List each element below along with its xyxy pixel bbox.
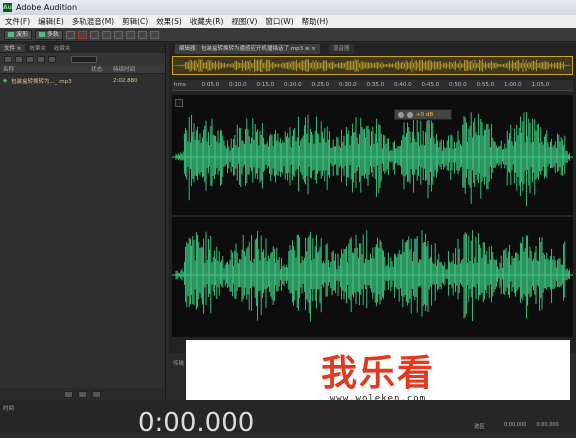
auto-play-icon[interactable] — [92, 390, 101, 398]
overview-waveform — [174, 58, 570, 73]
import-file-icon[interactable] — [15, 55, 23, 63]
pitch-view-icon[interactable] — [78, 30, 88, 39]
ruler-tick-label: 0:30.0 — [339, 82, 357, 88]
files-panel: 文件 × 效果夹 收藏夹 名称 状态 持续时间 ◆ 包装盒转换转为..._.mp… — [0, 43, 166, 400]
selection-label: 选区 — [474, 424, 486, 430]
waveform-view-button[interactable]: 波形 — [4, 29, 33, 40]
lasso-tool-icon[interactable] — [138, 30, 148, 39]
move-tool-icon[interactable] — [90, 30, 100, 39]
time-ruler[interactable]: hms 0:05.0 0:10.0 0:15.0 0:20.0 0:25.0 0:30.0 0… — [172, 80, 573, 91]
toolbar: 波形 多轨 — [0, 28, 576, 42]
ruler-tick-label: 0:20.0 — [284, 82, 302, 88]
new-file-icon[interactable] — [26, 55, 34, 63]
overview-navigator[interactable] — [172, 56, 573, 75]
files-toolbar — [0, 53, 165, 65]
menu-favorites[interactable]: 收藏夹(R) — [186, 16, 228, 27]
hud-knob-icon[interactable] — [398, 111, 404, 118]
stereo-waveform — [172, 111, 573, 322]
time-selection-tool-icon[interactable] — [114, 30, 124, 39]
files-panel-footer — [0, 388, 165, 400]
file-name: 包装盒转换转为..._.mp3 — [11, 79, 72, 85]
play-icon[interactable] — [64, 390, 73, 398]
close-file-icon[interactable] — [37, 55, 45, 63]
waveform-file-icon: ◆ — [3, 78, 8, 84]
transport-panel: 时间 0:00.000 选区 0:00.000 0:00.000 — [0, 400, 576, 436]
column-status[interactable]: 状态 — [91, 65, 113, 73]
menu-file[interactable]: 文件(F) — [1, 16, 34, 27]
waveform-icon — [8, 32, 14, 37]
multitrack-view-button[interactable]: 多轨 — [35, 29, 64, 40]
brush-tool-icon[interactable] — [150, 30, 160, 39]
list-item[interactable]: ◆ 包装盒转换转为..._.mp3 2:02.880 — [0, 76, 165, 86]
ruler-tick-label: 0:05.0 — [201, 82, 220, 88]
ruler-tick-label: 0:55.0 — [476, 82, 495, 88]
title-bar: Au Adobe Audition — [0, 0, 576, 15]
tab-files[interactable]: 文件 × — [0, 44, 26, 52]
tab-editor[interactable]: 编辑器：包装盒转换转为遭感应开机播描话了.mp3 ≡ × — [175, 44, 320, 54]
time-panel-label: 时间 — [3, 406, 15, 412]
tab-favorites[interactable]: 收藏夹 — [50, 44, 75, 52]
ruler-tick-label: hms — [174, 82, 186, 88]
menu-clip[interactable]: 剪辑(C) — [118, 16, 152, 27]
ruler-tick-label: 0:40.0 — [394, 82, 412, 88]
scroll-corner-icon — [175, 99, 183, 107]
menu-view[interactable]: 视图(V) — [227, 16, 261, 27]
waveform-display[interactable] — [172, 95, 573, 337]
menu-multitrack[interactable]: 多轨混音(M) — [68, 16, 118, 27]
selection-end[interactable]: 0:00.000 — [536, 422, 558, 428]
ruler-tick-label: 0:15.0 — [256, 82, 275, 88]
file-duration: 2:02.880 — [113, 78, 138, 84]
selection-start[interactable]: 0:00.000 — [504, 422, 526, 428]
search-input[interactable] — [71, 55, 97, 63]
volume-hud[interactable]: +0 dB — [394, 109, 452, 120]
menu-bar: 文件(F) 编辑(E) 多轨混音(M) 剪辑(C) 效果(S) 收藏夹(R) 视… — [0, 15, 576, 28]
menu-window[interactable]: 窗口(W) — [261, 16, 297, 27]
files-column-headers: 名称 状态 持续时间 — [0, 65, 165, 74]
multitrack-icon — [39, 32, 46, 37]
hud-pan-icon[interactable] — [407, 111, 413, 118]
audition-app-icon: Au — [3, 3, 12, 12]
ruler-tick-label: 0:25.0 — [311, 82, 330, 88]
open-file-icon[interactable] — [4, 55, 12, 63]
loop-icon[interactable] — [78, 390, 87, 398]
ruler-tick-label: 0:50.0 — [449, 82, 467, 88]
time-display: 0:00.000 — [138, 408, 255, 438]
ruler-tick-label: 1:05.0 — [531, 82, 550, 88]
files-panel-tabs: 文件 × 效果夹 收藏夹 — [0, 43, 165, 53]
column-name[interactable]: 名称 — [3, 65, 91, 73]
ruler-tick-label: 1:00.0 — [504, 82, 522, 88]
lower-panel-label: 传输 — [173, 361, 185, 367]
watermark-logo: 我乐看 — [320, 353, 435, 394]
column-duration[interactable]: 持续时间 — [113, 65, 135, 73]
menu-edit[interactable]: 编辑(E) — [34, 16, 68, 27]
ruler-tick-label: 0:10.0 — [229, 82, 247, 88]
menu-effects[interactable]: 效果(S) — [152, 16, 186, 27]
tab-effects-rack[interactable]: 效果夹 — [25, 44, 50, 52]
tab-mixer[interactable]: 混音器 — [329, 44, 354, 54]
hud-value: +0 dB — [416, 111, 434, 118]
razor-tool-icon[interactable] — [102, 30, 112, 39]
ruler-tick-label: 0:45.0 — [421, 82, 440, 88]
menu-help[interactable]: 帮助(H) — [298, 16, 333, 27]
spectral-view-icon[interactable] — [66, 30, 76, 39]
window-title: Adobe Audition — [16, 3, 78, 12]
marquee-tool-icon[interactable] — [126, 30, 136, 39]
ruler-tick-label: 0:35.0 — [366, 82, 385, 88]
insert-icon[interactable] — [48, 55, 56, 63]
selection-values: 0:00.000 0:00.000 — [504, 422, 559, 428]
